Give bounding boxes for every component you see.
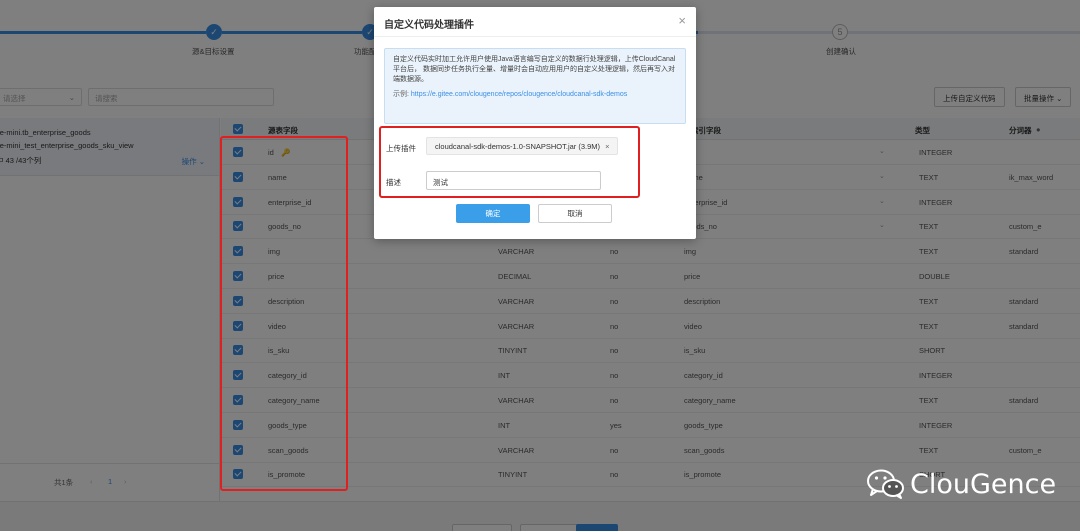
remove-file-icon[interactable]: × (605, 142, 609, 151)
watermark-text: ClouGence (910, 469, 1057, 500)
upload-label: 上传插件 (386, 144, 416, 153)
dialog-header: 自定义代码处理插件 × (374, 7, 696, 37)
description-label: 描述 (386, 178, 401, 187)
highlight-annotation-box (220, 136, 348, 491)
custom-code-plugin-dialog: 自定义代码处理插件 × 自定义代码实时加工允许用户使用Java语言编写自定义的数… (374, 7, 696, 239)
description-input[interactable]: 测试 (426, 171, 601, 190)
cancel-button[interactable]: 取消 (538, 204, 612, 223)
notice-text: 自定义代码实时加工允许用户使用Java语言编写自定义的数据行处理逻辑，上传Clo… (393, 56, 676, 84)
plugin-form: 上传插件 cloudcanal-sdk-demos-1.0-SNAPSHOT.j… (379, 126, 640, 198)
ok-button[interactable]: 确定 (456, 204, 530, 223)
dialog-title: 自定义代码处理插件 (384, 20, 474, 31)
example-label: 示例: (393, 91, 409, 99)
example-line: 示例: https://e.gitee.com/clougence/repos/… (393, 90, 677, 100)
example-link[interactable]: https://e.gitee.com/clougence/repos/clou… (411, 91, 627, 98)
info-notice: 自定义代码实时加工允许用户使用Java语言编写自定义的数据行处理逻辑，上传Clo… (384, 48, 686, 124)
close-icon[interactable]: × (678, 13, 686, 28)
uploaded-file-chip: cloudcanal-sdk-demos-1.0-SNAPSHOT.jar (3… (426, 137, 619, 155)
file-name: cloudcanal-sdk-demos-1.0-SNAPSHOT.jar (3… (435, 142, 601, 151)
watermark: ClouGence (866, 468, 1056, 500)
wechat-icon (867, 469, 904, 499)
